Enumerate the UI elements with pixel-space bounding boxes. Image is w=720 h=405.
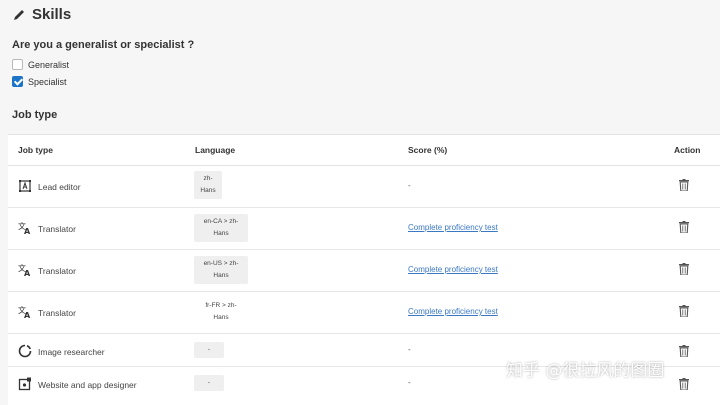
pencil-icon: [14, 9, 24, 20]
language-chip: en-CA > zh- Hans: [194, 214, 248, 242]
page-title: Skills: [32, 6, 72, 23]
language-chip: fr-FR > zh- Hans: [194, 298, 248, 326]
language-chip: -: [194, 375, 224, 391]
language-chip: zh- Hans: [194, 171, 222, 199]
language-line: Hans: [200, 187, 216, 194]
language-line: zh-: [203, 175, 213, 182]
specialist-checkbox[interactable]: [12, 76, 23, 87]
lead-editor-icon: [19, 180, 31, 192]
score-value: -: [408, 181, 411, 190]
svg-text:A: A: [24, 311, 31, 319]
trash-icon[interactable]: [679, 221, 689, 233]
language-line: fr-FR > zh-: [205, 302, 237, 309]
job-name: Translator: [38, 308, 76, 318]
table-row: 文 A Translator en-CA > zh- Hans Complete…: [8, 207, 720, 250]
job-name: Translator: [38, 224, 76, 234]
job-name: Website and app designer: [38, 380, 137, 390]
language-line: en-CA > zh-: [203, 218, 239, 225]
translate-icon: 文 A: [18, 263, 31, 277]
complete-proficiency-test-link[interactable]: Complete proficiency test: [408, 223, 498, 232]
complete-proficiency-test-link[interactable]: Complete proficiency test: [408, 307, 498, 316]
header-score: Score (%): [408, 145, 448, 155]
designer-icon: [18, 377, 31, 391]
language-line: -: [207, 346, 211, 353]
job-name: Lead editor: [38, 182, 81, 192]
language-line: -: [207, 379, 211, 386]
generalist-checkbox[interactable]: [12, 59, 23, 70]
svg-text:A: A: [24, 269, 31, 277]
specialization-question: Are you a generalist or specialist ?: [12, 39, 195, 51]
specialist-label: Specialist: [28, 76, 67, 87]
svg-text:A: A: [24, 227, 31, 235]
table-header: Job type Language Score (%) Action: [8, 135, 720, 166]
job-name: Image researcher: [38, 347, 105, 357]
trash-icon[interactable]: [679, 378, 689, 390]
translate-icon: 文 A: [18, 305, 31, 319]
score-value: -: [408, 345, 411, 354]
watermark-text: 知乎 @很拉风的图圈: [506, 361, 665, 381]
trash-icon[interactable]: [679, 305, 689, 317]
language-line: en-US > zh-: [203, 260, 239, 267]
complete-proficiency-test-link[interactable]: Complete proficiency test: [408, 265, 498, 274]
trash-icon[interactable]: [679, 263, 689, 275]
table-row: 文 A Translator en-US > zh- Hans Complete…: [8, 249, 720, 292]
language-line: Hans: [213, 314, 229, 321]
score-value: -: [408, 378, 411, 387]
translate-icon: 文 A: [18, 221, 31, 235]
image-researcher-icon: [18, 344, 32, 358]
table-row: 文 A Translator fr-FR > zh- Hans Complete…: [8, 291, 720, 334]
language-line: Hans: [213, 272, 229, 279]
specialist-option[interactable]: Specialist: [12, 76, 67, 87]
job-type-section-title: Job type: [12, 109, 58, 121]
header-action: Action: [674, 145, 701, 155]
header-language: Language: [195, 145, 236, 155]
header-job-type: Job type: [18, 145, 53, 155]
table-row: Lead editor zh- Hans -: [8, 165, 720, 208]
job-name: Translator: [38, 266, 76, 276]
language-chip: -: [194, 342, 224, 358]
generalist-option[interactable]: Generalist: [12, 59, 69, 70]
language-chip: en-US > zh- Hans: [194, 256, 248, 284]
trash-icon[interactable]: [679, 179, 689, 191]
skills-header: Skills: [12, 6, 71, 23]
generalist-label: Generalist: [28, 59, 70, 70]
language-line: Hans: [213, 230, 229, 237]
trash-icon[interactable]: [679, 345, 689, 357]
